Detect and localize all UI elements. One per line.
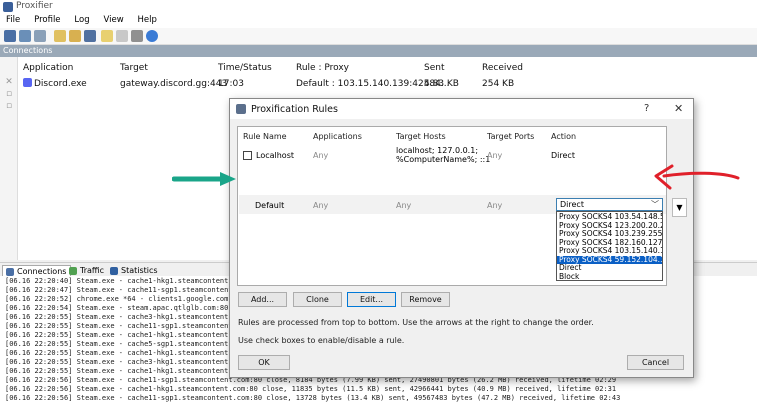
dropdown-option[interactable]: Proxy SOCKS4 103.54.148.54 [557, 213, 662, 222]
green-arrow-annotation-icon [172, 172, 236, 186]
col-rule-name[interactable]: Rule Name [243, 132, 287, 141]
dialog-close-icon[interactable]: ✕ [674, 102, 683, 115]
rules-icon[interactable] [34, 30, 46, 42]
printer-settings-icon[interactable] [131, 30, 143, 42]
menu-bar: File Profile Log View Help [0, 14, 757, 28]
chain-icon[interactable] [19, 30, 31, 42]
rule-default-name[interactable]: Default [255, 201, 284, 210]
chevron-down-icon: ﹀ [651, 200, 659, 209]
col-target[interactable]: Target [120, 63, 148, 73]
discord-app-icon [23, 78, 32, 87]
col-action[interactable]: Action [551, 132, 576, 141]
move-rule-down-button[interactable]: ▼ [672, 198, 687, 217]
menu-help[interactable]: Help [132, 14, 162, 25]
dialog-title: Proxification Rules [251, 104, 338, 115]
remove-rule-button[interactable]: Remove [401, 292, 450, 307]
dropdown-option[interactable]: Proxy SOCKS4 182.160.127.53 [557, 239, 662, 248]
conn-received: 254 KB [482, 79, 515, 89]
rule-default-action-select[interactable]: Direct ﹀ [556, 198, 663, 211]
col-time-status[interactable]: Time/Status [218, 63, 272, 73]
conn-application[interactable]: Discord.exe [34, 79, 87, 89]
edit-rule-button[interactable]: Edit... [347, 292, 396, 307]
rule-localhost-hosts-line1: localhost; 127.0.0.1; [396, 146, 479, 155]
menu-profile[interactable]: Profile [28, 14, 65, 25]
rules-list: Rule Name Applications Target Hosts Targ… [237, 126, 667, 286]
print-icon[interactable] [116, 30, 128, 42]
cancel-button[interactable]: Cancel [627, 355, 684, 370]
window-title: Proxifier [16, 1, 53, 11]
rule-localhost-name[interactable]: Localhost [256, 151, 294, 160]
add-rule-button[interactable]: Add... [238, 292, 287, 307]
rule-default-apps: Any [313, 201, 329, 210]
col-target-hosts[interactable]: Target Hosts [396, 132, 446, 141]
connections-side-toolbar: ✕ ▫ ▫ [0, 57, 18, 260]
connections-tab-icon [6, 268, 14, 276]
statistics-tab-icon [110, 267, 118, 275]
traffic-tab-icon [69, 267, 77, 275]
open-profile-icon[interactable] [69, 30, 81, 42]
log-line: [06.16 22:20:56] Steam.exe - cache1-hkg1… [5, 385, 617, 393]
tab-traffic-label: Traffic [80, 266, 105, 275]
save-profile-icon[interactable] [84, 30, 96, 42]
rules-dialog-icon [236, 104, 246, 114]
tab-connections-label: Connections [17, 267, 67, 276]
action-select-value: Direct [560, 200, 584, 209]
rule-localhost-apps: Any [313, 151, 329, 160]
rule-localhost-action: Direct [551, 151, 575, 160]
col-rule-proxy[interactable]: Rule : Proxy [296, 63, 349, 73]
proxy-servers-icon[interactable] [4, 30, 16, 42]
menu-view[interactable]: View [97, 14, 128, 25]
dropdown-option-selected[interactable]: Proxy SOCKS4 59.152.104.138 [557, 255, 662, 264]
col-sent[interactable]: Sent [424, 63, 444, 73]
rule-default-hosts: Any [396, 201, 412, 210]
log-line: [06.16 22:20:56] Steam.exe - cache11-sgp… [5, 394, 621, 402]
conn-target: gateway.discord.gg:443 [120, 79, 228, 89]
dropdown-option[interactable]: Proxy SOCKS4 123.200.20.242 [557, 222, 662, 231]
col-applications[interactable]: Applications [313, 132, 362, 141]
ok-button[interactable]: OK [238, 355, 290, 370]
col-target-ports[interactable]: Target Ports [487, 132, 534, 141]
copy-connection-icon[interactable]: ▫ [4, 101, 14, 111]
rules-checkbox-info: Use check boxes to enable/disable a rule… [238, 336, 405, 345]
connections-section-header: Connections [0, 45, 757, 57]
folder-icon[interactable] [101, 30, 113, 42]
conn-sent: 4.83 KB [424, 79, 459, 89]
dropdown-option[interactable]: Block [557, 273, 662, 282]
dropdown-option[interactable]: Direct [557, 264, 662, 273]
rules-order-info: Rules are processed from top to bottom. … [238, 318, 594, 327]
proxifier-app-icon [3, 2, 13, 12]
col-application[interactable]: Application [23, 63, 73, 73]
arrow-down-icon: ▼ [676, 203, 683, 212]
new-profile-icon[interactable] [54, 30, 66, 42]
dropdown-option[interactable]: Proxy SOCKS4 103.239.255.170 [557, 230, 662, 239]
clone-rule-button[interactable]: Clone [293, 292, 342, 307]
connection-info-icon[interactable]: ▫ [4, 89, 14, 99]
col-received[interactable]: Received [482, 63, 523, 73]
red-arrow-annotation-icon [654, 164, 740, 190]
menu-file[interactable]: File [0, 14, 25, 25]
conn-time: 17:03 [218, 79, 244, 89]
rule-default-ports: Any [487, 201, 503, 210]
close-connection-icon[interactable]: ✕ [4, 77, 14, 87]
dropdown-option[interactable]: Proxy SOCKS4 103.15.140.139 [557, 247, 662, 256]
title-bar: Proxifier [0, 0, 757, 14]
help-icon[interactable] [146, 30, 158, 42]
dialog-help-button[interactable]: ? [644, 103, 649, 114]
proxification-rules-dialog: Proxification Rules ? ✕ Rule Name Applic… [229, 98, 694, 378]
menu-log[interactable]: Log [68, 14, 94, 25]
rule-localhost-checkbox[interactable] [243, 151, 252, 160]
rule-localhost-ports: Any [487, 151, 503, 160]
action-dropdown-list: Proxy SOCKS4 103.54.148.54 Proxy SOCKS4 … [556, 211, 663, 281]
tab-statistics-label: Statistics [121, 266, 158, 275]
dialog-title-bar: Proxification Rules ? ✕ [230, 99, 693, 119]
rule-localhost-hosts-line2: %ComputerName%; ::1 [396, 155, 491, 164]
toolbar [0, 28, 757, 45]
